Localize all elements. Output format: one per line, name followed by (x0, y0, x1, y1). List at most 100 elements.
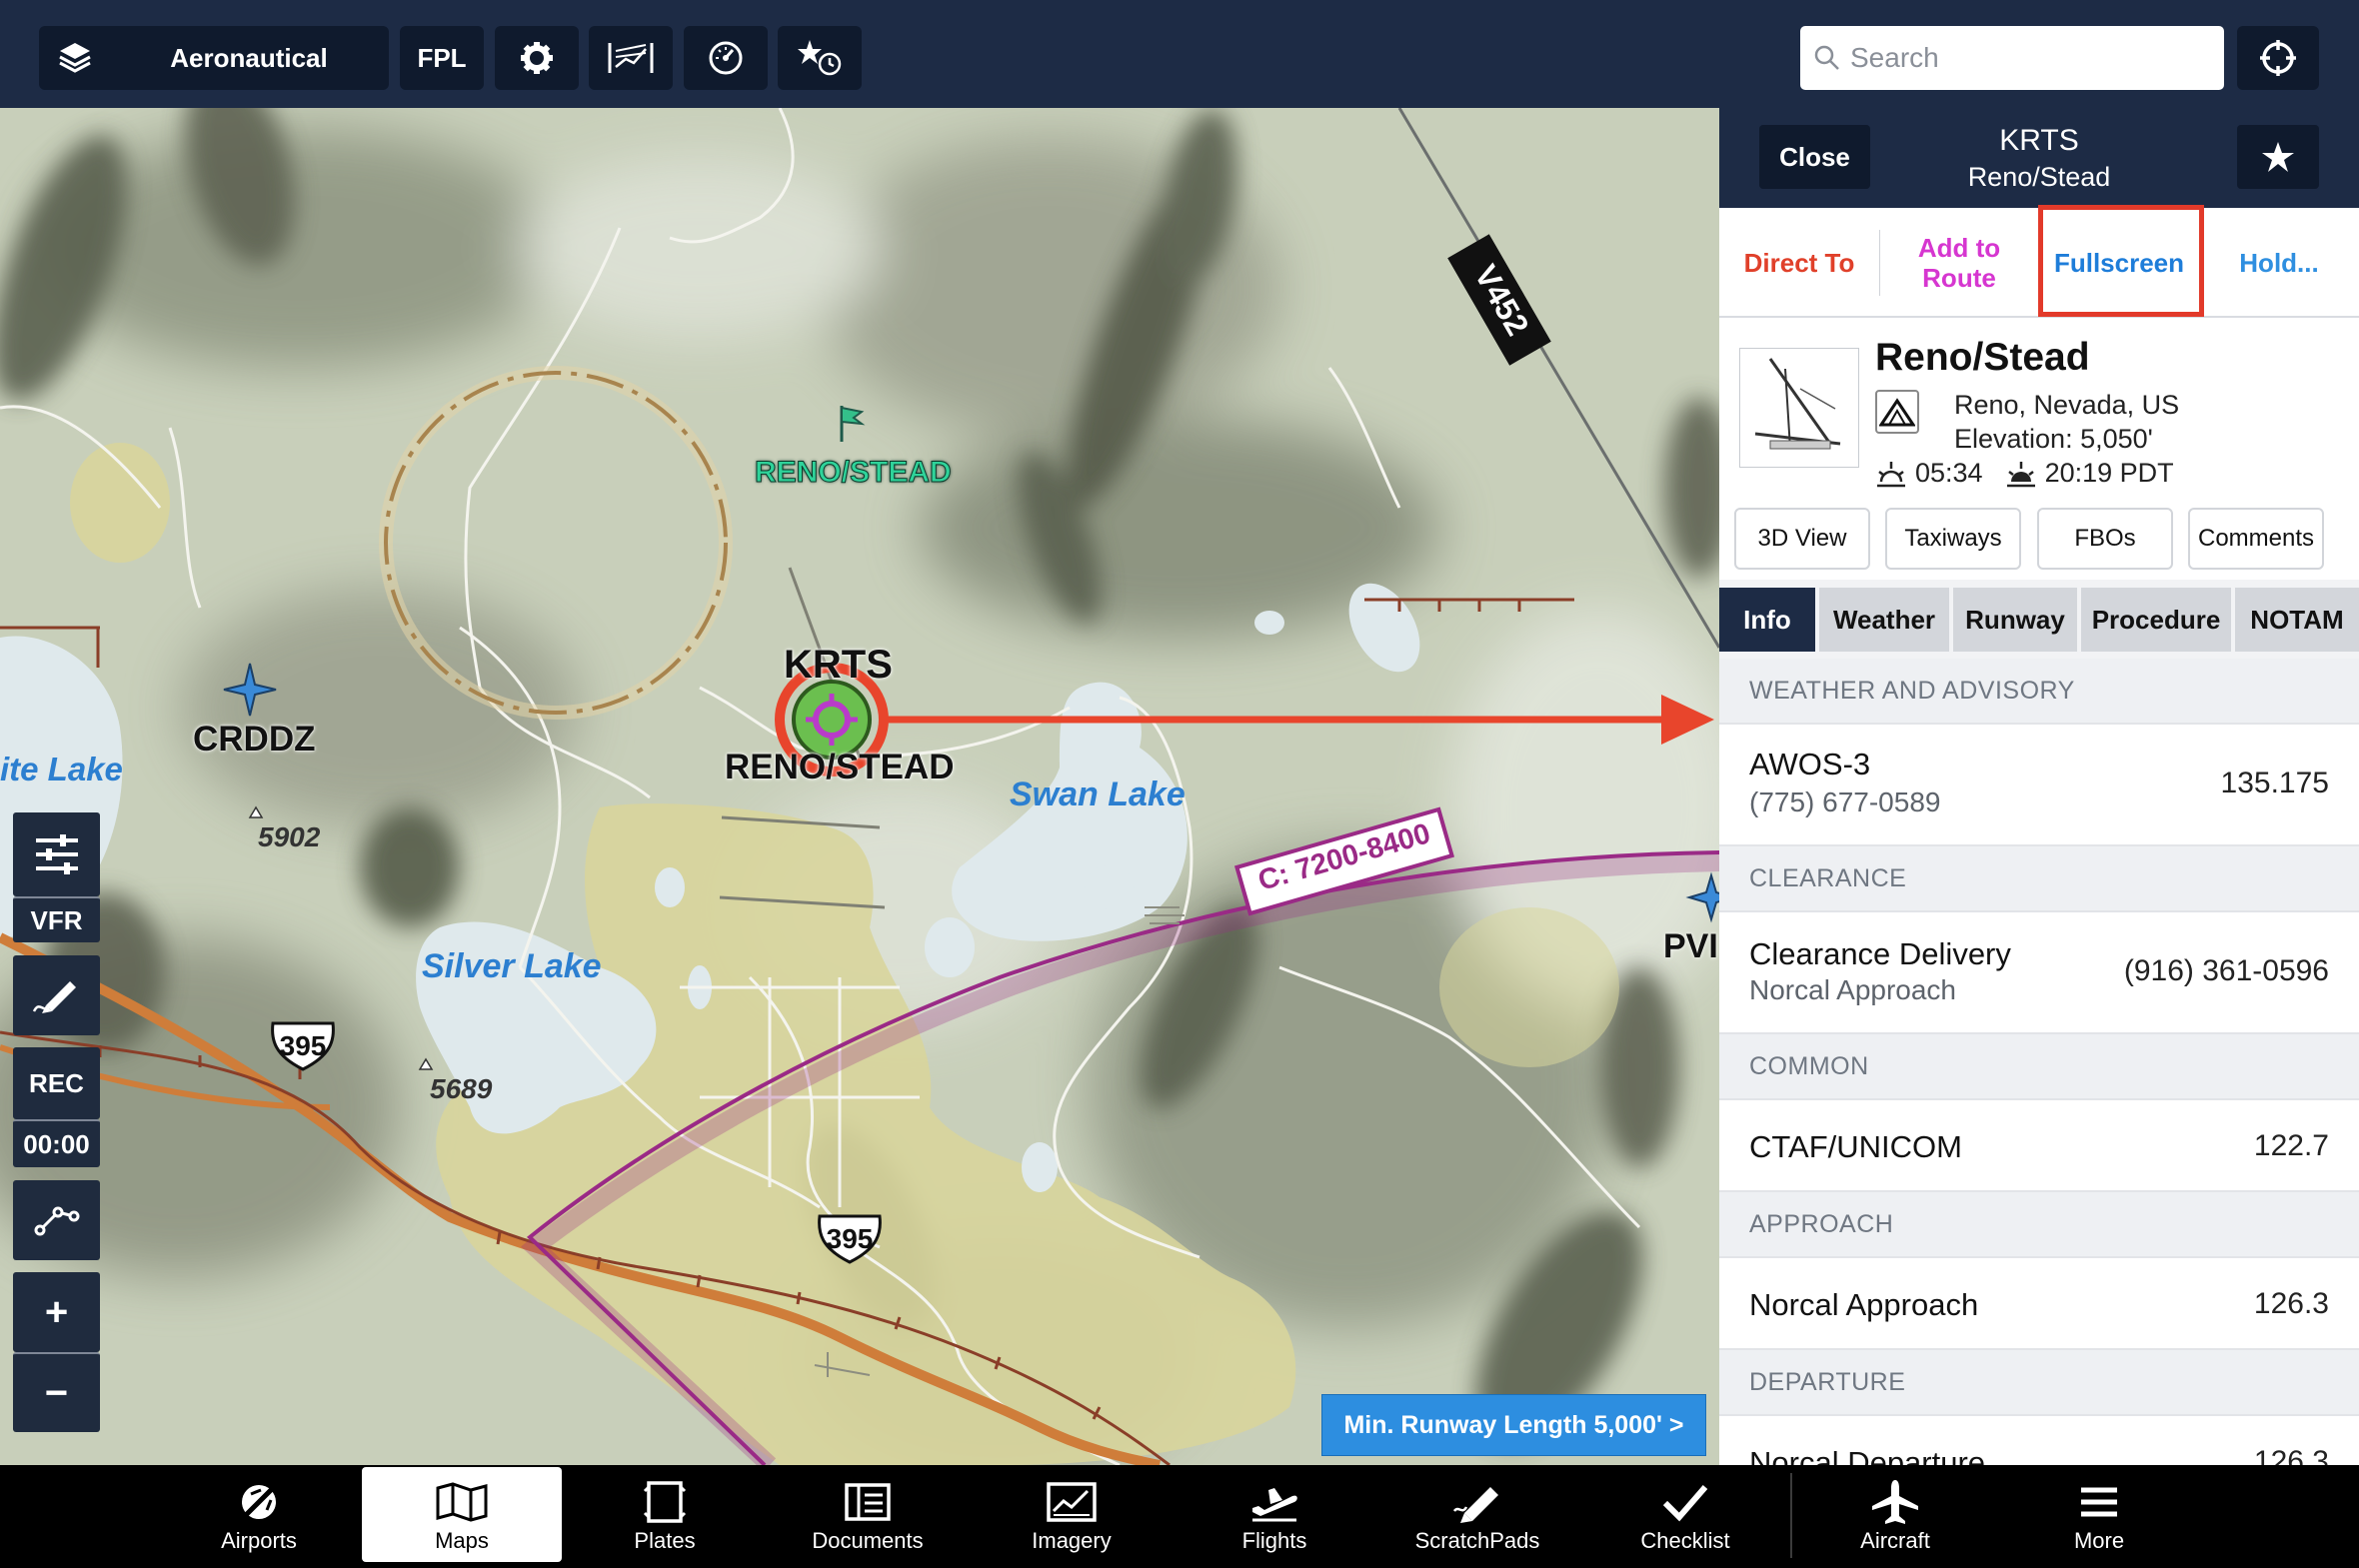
tab-checklist[interactable]: Checklist (1585, 1467, 1785, 1562)
tab-flights[interactable]: Flights (1175, 1467, 1374, 1562)
gauge-icon (709, 41, 743, 75)
tab-divider (1790, 1473, 1792, 1558)
profile-icon (608, 43, 654, 73)
tab-aircraft[interactable]: Aircraft (1795, 1467, 1995, 1562)
tab-plates[interactable]: Plates (565, 1467, 765, 1562)
section-departure: DEPARTURE (1719, 1350, 2359, 1414)
flight-plan-button[interactable]: FPL (400, 26, 484, 90)
taxiways-button[interactable]: Taxiways (1885, 508, 2021, 570)
comments-button[interactable]: Comments (2188, 508, 2324, 570)
airport-icon (242, 1484, 276, 1519)
airplane-icon (1872, 1479, 1918, 1524)
tab-airports[interactable]: Airports (159, 1467, 359, 1562)
tab-weather[interactable]: Weather (1819, 588, 1949, 652)
map-layers-button[interactable]: Aeronautical (39, 26, 389, 90)
tab-scratchpads[interactable]: ScratchPads (1377, 1467, 1577, 1562)
tab-procedure[interactable]: Procedure (2081, 588, 2231, 652)
departure-name: Norcal Departure (1749, 1445, 1986, 1465)
profile-view-button[interactable] (589, 26, 673, 90)
vfr-chart-toggle[interactable]: VFR (13, 896, 100, 942)
gear-icon (521, 42, 553, 74)
plate-icon (643, 1480, 687, 1523)
awos-frequency: 135.175 (2220, 767, 2329, 799)
clearance-phone: (916) 361-0596 (2123, 954, 2329, 987)
list-item-departure[interactable]: Norcal Departure 126.3 (1719, 1414, 2359, 1465)
list-item-ctaf[interactable]: CTAF/UNICOM 122.7 (1719, 1098, 2359, 1192)
section-weather-advisory: WEATHER AND ADVISORY (1719, 659, 2359, 723)
tab-more-label: More (2073, 1527, 2125, 1553)
favorite-button[interactable] (2237, 125, 2319, 189)
documents-icon (845, 1482, 891, 1521)
airport-name-header: Reno/Stead (1967, 162, 2111, 192)
map-layers-label: Aeronautical (170, 42, 328, 73)
crosshair-icon (2260, 40, 2296, 76)
fbos-button[interactable]: FBOs (2037, 508, 2173, 570)
sunset-time: 20:19 PDT (2044, 458, 2174, 488)
direct-to-button[interactable]: Direct To (1719, 208, 1879, 318)
record-track-button[interactable]: REC (13, 1047, 100, 1119)
approach-frequency: 126.3 (2253, 1287, 2329, 1320)
map-label-elevation-5902: 5902 (258, 821, 321, 852)
draw-button[interactable] (13, 955, 100, 1035)
map-label-elevation-5689: 5689 (430, 1073, 493, 1104)
zoom-out-button[interactable]: − (13, 1352, 100, 1432)
recent-favorites-button[interactable] (778, 26, 862, 90)
map-filter-button[interactable] (13, 812, 100, 896)
tab-plates-label: Plates (634, 1527, 696, 1553)
map-label-white-lake: ite Lake (0, 751, 123, 787)
map-label-krts[interactable]: KRTS (784, 643, 893, 688)
imagery-icon (1047, 1481, 1097, 1522)
checkmark-icon (1662, 1484, 1708, 1521)
instruments-button[interactable] (684, 26, 768, 90)
add-to-route-line-2: Route (1922, 263, 1996, 293)
track-timer: 00:00 (13, 1119, 100, 1167)
search-icon (1814, 45, 1839, 70)
map-label-swan-lake: Swan Lake (1010, 776, 1185, 813)
search-box[interactable] (1800, 26, 2224, 90)
map-label-reno-stead-vfr[interactable]: RENO/STEAD (755, 456, 953, 490)
list-item-awos[interactable]: AWOS-3 (775) 677-0589 135.175 (1719, 723, 2359, 846)
list-item-clearance[interactable]: Clearance Delivery Norcal Approach (916)… (1719, 910, 2359, 1034)
map-label-reno-stead[interactable]: RENO/STEAD (725, 748, 954, 787)
section-approach: APPROACH (1719, 1192, 2359, 1256)
tab-runway[interactable]: Runway (1953, 588, 2077, 652)
ctaf-frequency: 122.7 (2253, 1129, 2329, 1162)
map-label-pvi[interactable]: PVI (1663, 927, 1718, 966)
airport-diagram-thumbnail[interactable] (1739, 348, 1859, 468)
tab-documents-label: Documents (812, 1527, 924, 1553)
star-icon (2262, 142, 2294, 172)
tab-maps[interactable]: Maps (362, 1467, 562, 1562)
sunrise-time: 05:34 (1915, 458, 1983, 488)
airport-location: Reno, Nevada, US (1954, 390, 2180, 420)
map-label-silver-lake: Silver Lake (422, 947, 602, 985)
tab-more[interactable]: More (1999, 1467, 2199, 1562)
sectional-map[interactable]: RENO/STEAD KRTS RENO/STEAD CRDDZ ite Lak… (0, 108, 1719, 1465)
min-runway-length-button[interactable]: Min. Runway Length 5,000' > (1321, 1394, 1706, 1456)
search-input[interactable] (1850, 42, 2190, 74)
tab-info[interactable]: Info (1719, 588, 1815, 652)
list-item-approach[interactable]: Norcal Approach 126.3 (1719, 1256, 2359, 1350)
sunrise-icon (1877, 461, 1905, 487)
tab-documents[interactable]: Documents (768, 1467, 968, 1562)
close-button[interactable]: Close (1759, 125, 1870, 189)
star-clock-icon (798, 40, 842, 76)
airport-elevation: Elevation: 5,050' (1954, 424, 2153, 454)
takeoff-icon (1252, 1487, 1297, 1521)
scratchpad-pencil-icon (1452, 1486, 1498, 1523)
hold-button[interactable]: Hold... (2199, 208, 2359, 318)
awos-name: AWOS-3 (1749, 747, 1871, 782)
zoom-in-button[interactable]: + (13, 1272, 100, 1352)
section-common: COMMON (1719, 1034, 2359, 1098)
tab-airports-label: Airports (221, 1527, 297, 1553)
add-to-route-button[interactable]: Add to Route (1879, 208, 2039, 318)
tab-imagery[interactable]: Imagery (972, 1467, 1172, 1562)
airport-type-icon (1875, 390, 1919, 434)
tab-notam[interactable]: NOTAM (2235, 588, 2359, 652)
fullscreen-highlight (2038, 205, 2204, 317)
3d-view-button[interactable]: 3D View (1734, 508, 1870, 570)
map-settings-button[interactable] (495, 26, 579, 90)
map-label-crddz[interactable]: CRDDZ (193, 720, 315, 760)
route-line-button[interactable] (13, 1180, 100, 1260)
locate-button[interactable] (2237, 26, 2319, 90)
route-nodes-icon (34, 1206, 79, 1236)
